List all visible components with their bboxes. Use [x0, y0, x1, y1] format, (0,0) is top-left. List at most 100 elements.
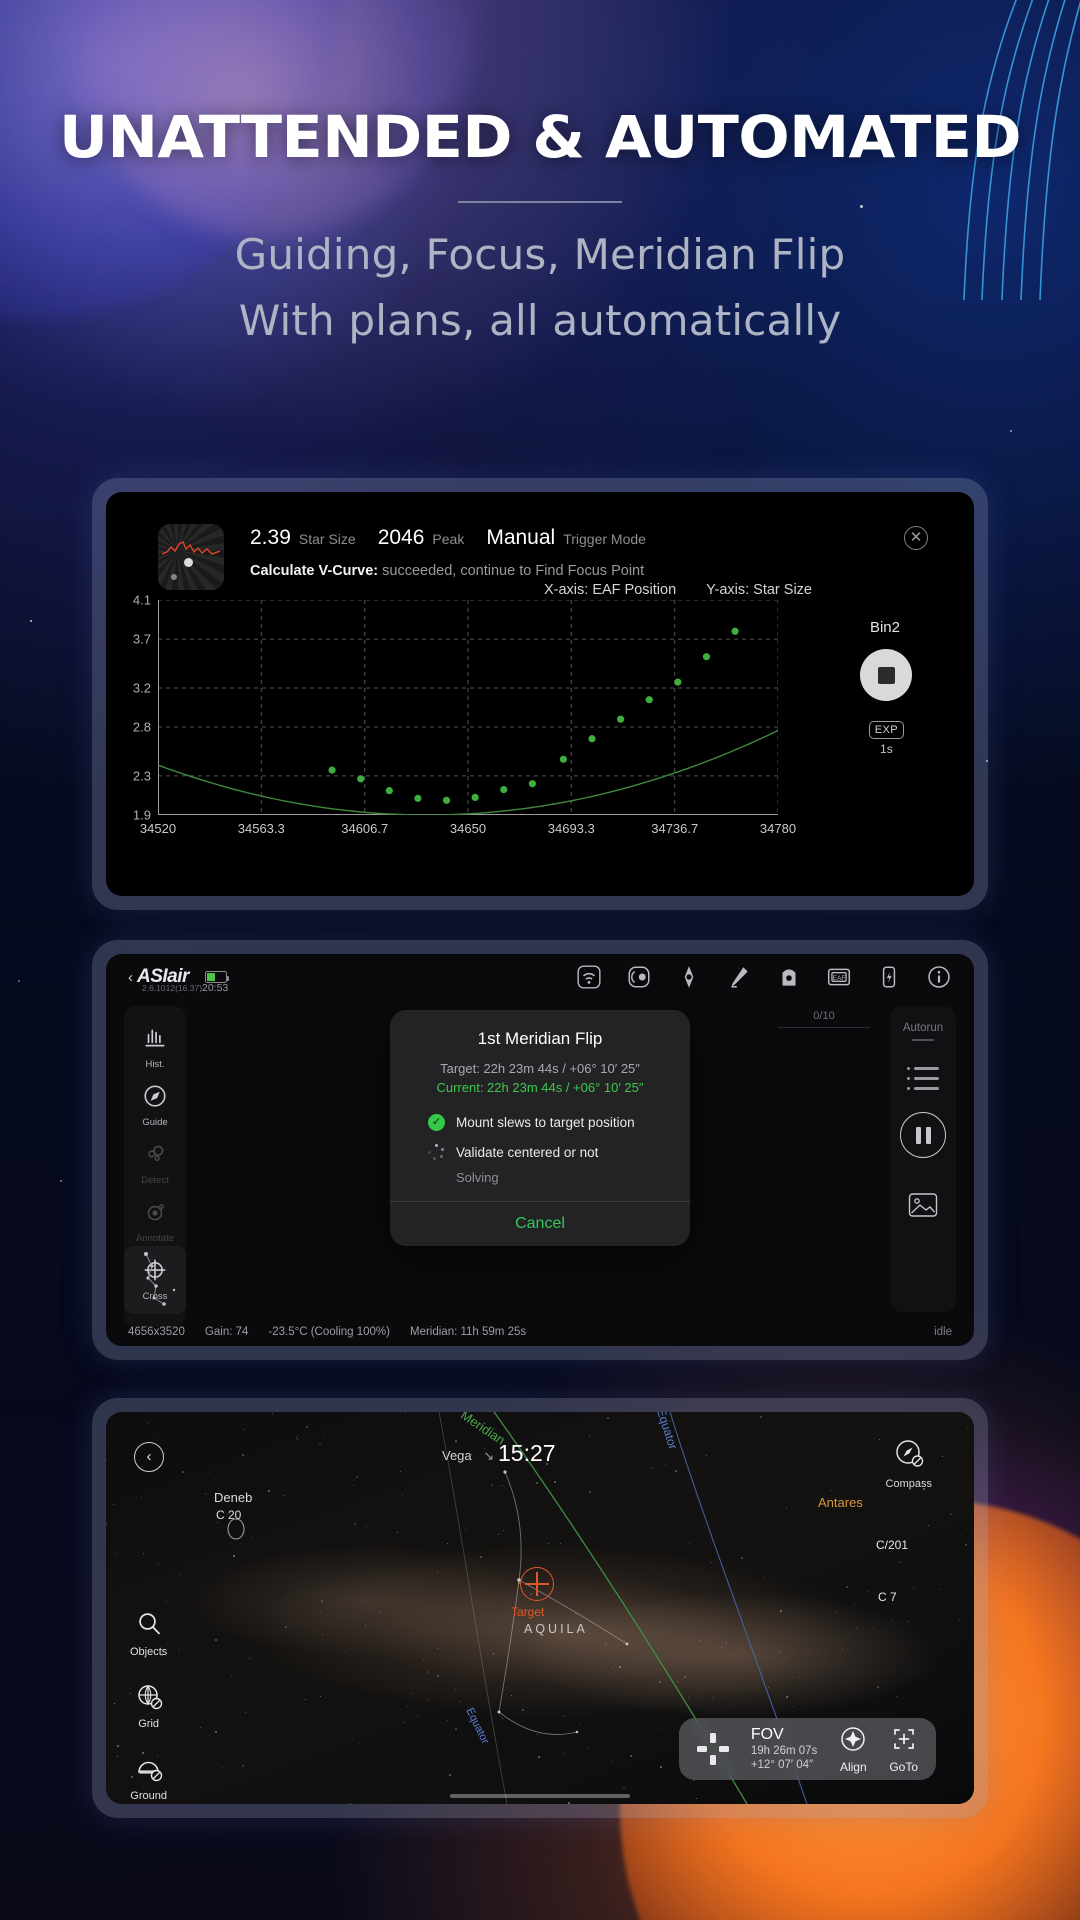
info-icon[interactable]: [926, 964, 952, 990]
target-marker-icon[interactable]: [520, 1567, 554, 1601]
battery-icon: [204, 971, 229, 983]
constellation-icon: [144, 1252, 176, 1306]
focus-header: 2.39 Star Size 2046 Peak Manual Trigger …: [158, 524, 660, 590]
skymap-left-sidebar: Objects Grid Ground: [130, 1610, 167, 1804]
dialog-step-2: Validate centered or not: [428, 1144, 670, 1161]
sidebar-label-grid: Grid: [138, 1718, 160, 1730]
dialog-steps: ✓ Mount slews to target position Validat…: [410, 1114, 670, 1185]
dialog-body: 1st Meridian Flip Target: 22h 23m 44s / …: [390, 1010, 690, 1201]
sidebar-label-annotate: Annotate: [135, 1233, 175, 1244]
star-size-label: Star Size: [298, 531, 356, 547]
y-tick-label: 2.3: [132, 768, 151, 784]
stop-button[interactable]: [860, 649, 912, 701]
chevron-left-icon[interactable]: ‹: [134, 1442, 164, 1472]
guide-camera-icon[interactable]: [776, 964, 802, 990]
focus-star-icon[interactable]: [676, 964, 702, 990]
sidebar-item-hist[interactable]: Hist.: [124, 1025, 186, 1070]
screenshot-card-meridian: ‹ ASIair 2.6.1012(16.37) 20:53 EAF Hist.…: [92, 940, 988, 1360]
mount-icon[interactable]: [726, 964, 752, 990]
goto-label: GoTo: [889, 1759, 918, 1774]
dialog-step-2-label: Validate centered or not: [456, 1145, 599, 1160]
star-preview-thumbnail[interactable]: [158, 524, 224, 590]
fov-title: FOV: [750, 1726, 784, 1743]
fov-toolbar: FOV 19h 26m 07s +12° 07′ 04″ Align GoTo: [678, 1718, 936, 1780]
screenshot-card-skymap: ‹ Vega ↘ 15:27 Compass Objects Grid Grou…: [92, 1398, 988, 1818]
skylabel-c201: C/201: [876, 1538, 909, 1552]
compass-button[interactable]: Compass: [886, 1438, 932, 1490]
fov-readout: FOV 19h 26m 07s +12° 07′ 04″: [751, 1726, 818, 1772]
cancel-button[interactable]: Cancel: [390, 1202, 690, 1246]
filterwheel-icon[interactable]: [626, 964, 652, 990]
compass-label: Compass: [885, 1478, 932, 1490]
app-toolbar: ‹ ASIair 2.6.1012(16.37) 20:53 EAF: [106, 954, 974, 1000]
sidebar-item-grid[interactable]: Grid: [130, 1682, 167, 1730]
dialog-step-1: ✓ Mount slews to target position: [428, 1114, 670, 1131]
clock-label: 15:27: [498, 1440, 556, 1466]
focus-stats: 2.39 Star Size 2046 Peak Manual Trigger …: [250, 524, 660, 590]
pointing-star-name: Vega: [442, 1448, 472, 1463]
peak-value: 2046: [377, 526, 425, 549]
meridian-flip-dialog: 1st Meridian Flip Target: 22h 23m 44s / …: [390, 1010, 690, 1246]
search-icon: [138, 1613, 160, 1635]
guide-icon: [144, 1085, 166, 1107]
scroll-indicator[interactable]: [450, 1794, 630, 1798]
y-tick-label: 3.7: [132, 631, 151, 647]
trigger-mode-label: Trigger Mode: [563, 531, 646, 547]
focus-screen: 2.39 Star Size 2046 Peak Manual Trigger …: [106, 492, 974, 896]
grid-off-icon: [137, 1685, 162, 1710]
dpad-icon[interactable]: [696, 1733, 729, 1765]
dialog-current-coords: Current: 22h 23m 44s / +06° 10′ 25″: [436, 1080, 644, 1095]
skylabel-antares: Antares: [818, 1495, 863, 1510]
check-circle-icon: ✓: [428, 1114, 445, 1131]
title-divider: [458, 201, 622, 203]
vcurve-plot: [158, 600, 778, 815]
autorun-sidebar: Autorun: [890, 1006, 956, 1312]
x-tick-label: 34563.3: [237, 821, 285, 836]
sidebar-item-ground[interactable]: Ground: [130, 1754, 167, 1802]
constellation-preview[interactable]: [124, 1246, 186, 1314]
pause-button[interactable]: [900, 1112, 946, 1158]
eaf-icon[interactable]: EAF: [826, 964, 852, 990]
graph-overlay-icon: [162, 541, 220, 555]
dialog-title: 1st Meridian Flip: [477, 1029, 603, 1048]
sidebar-item-guide[interactable]: Guide: [124, 1083, 186, 1128]
page-title: UNATTENDED & AUTOMATED: [58, 103, 1022, 171]
autorun-title: Autorun: [902, 1022, 944, 1034]
sidebar-item-annotate[interactable]: Annotate: [124, 1199, 186, 1244]
list-item: [907, 1077, 939, 1080]
status-bar: 4656x3520 Gain: 74 -23.5°C (Cooling 100%…: [128, 1326, 952, 1338]
sidebar-label-objects: Objects: [130, 1646, 168, 1658]
autorun-underline: [912, 1039, 934, 1041]
x-tick-label: 34736.7: [651, 821, 699, 836]
sidebar-label-guide: Guide: [142, 1117, 168, 1128]
image-icon[interactable]: [908, 1192, 938, 1218]
sidebar-item-detect[interactable]: Detect: [124, 1141, 186, 1186]
exposure-control[interactable]: EXP 1s: [868, 720, 904, 756]
dialog-step-2-sub: Solving: [456, 1170, 499, 1185]
status-temperature: -23.5°C (Cooling 100%): [268, 1326, 390, 1338]
trigger-mode-value: Manual: [486, 526, 556, 549]
chevron-left-icon[interactable]: ‹: [128, 969, 133, 986]
close-icon[interactable]: ✕: [904, 526, 928, 550]
goto-icon: [893, 1728, 914, 1749]
meridian-screen: ‹ ASIair 2.6.1012(16.37) 20:53 EAF Hist.…: [106, 954, 974, 1346]
x-tick-label: 34693.3: [547, 821, 595, 836]
vcurve-status-key: Calculate V-Curve:: [250, 563, 379, 579]
goto-button[interactable]: GoTo: [889, 1725, 918, 1774]
x-tick-label: 34606.7: [341, 821, 389, 836]
wifi-icon[interactable]: [576, 964, 602, 990]
autorun-plan-list[interactable]: [907, 1067, 939, 1090]
usb-power-icon[interactable]: [876, 964, 902, 990]
axis-legend: X-axis: EAF Position Y-axis: Star Size: [544, 582, 812, 598]
bin-mode-label: Bin2: [869, 619, 900, 636]
list-item: [907, 1087, 939, 1090]
spinner-icon: [428, 1144, 445, 1161]
subtitle-line-1: Guiding, Focus, Meridian Flip: [234, 230, 846, 279]
vcurve-status: Calculate V-Curve: succeeded, continue t…: [250, 563, 660, 579]
align-icon: [841, 1726, 866, 1751]
status-state: idle: [934, 1326, 952, 1338]
toolbar-icons: EAF: [576, 964, 952, 990]
align-button[interactable]: Align: [839, 1725, 867, 1774]
align-label: Align: [839, 1759, 867, 1774]
sidebar-item-objects[interactable]: Objects: [130, 1610, 167, 1658]
